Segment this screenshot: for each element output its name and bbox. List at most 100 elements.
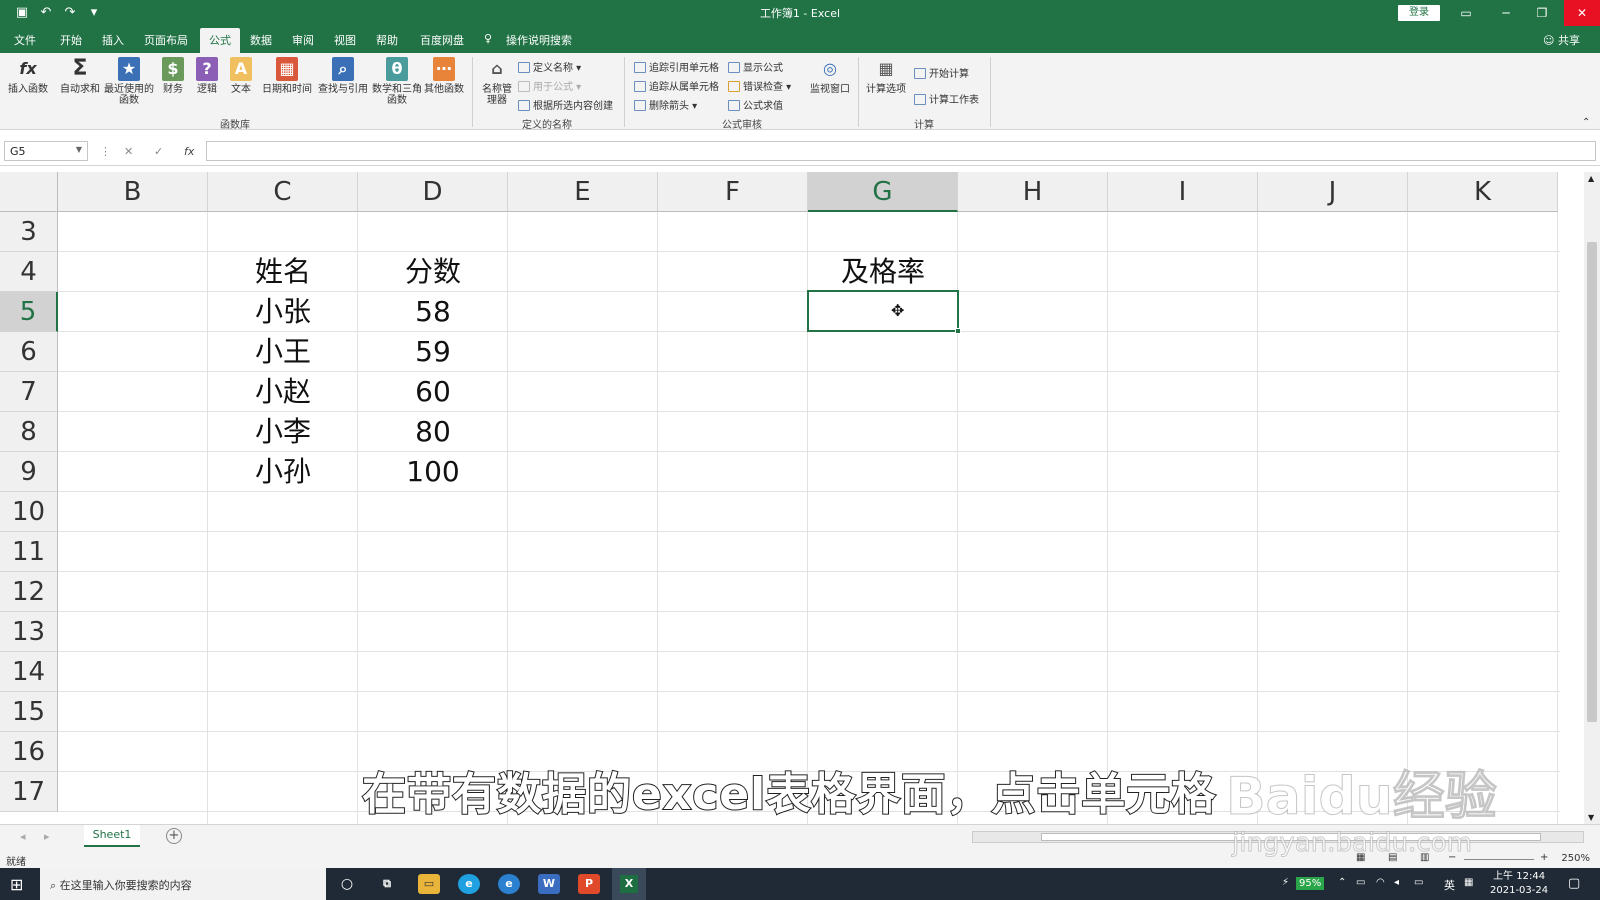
close-icon[interactable]: ✕ [1564, 0, 1600, 26]
calc-options-button[interactable]: ▦ 计算选项 [864, 57, 908, 95]
error-checking-button[interactable]: 错误检查 ▾ [728, 78, 791, 93]
use-in-formula-button[interactable]: 用于公式 ▾ [518, 78, 581, 93]
tab-data[interactable]: 数据 [250, 32, 272, 48]
cortana-icon[interactable]: ○ [336, 874, 358, 894]
tab-file[interactable]: 文件 [14, 32, 36, 48]
column-header-f[interactable]: F [658, 172, 808, 212]
tab-insert[interactable]: 插入 [102, 32, 124, 48]
row-header-3[interactable]: 3 [0, 212, 58, 252]
restore-icon[interactable]: ❐ [1524, 0, 1560, 26]
tray-chevron-icon[interactable]: ⌃ [1338, 877, 1346, 888]
math-button[interactable]: θ 数学和三角函数 [372, 57, 422, 106]
formula-input[interactable] [206, 141, 1596, 161]
column-header-d[interactable]: D [358, 172, 508, 212]
column-header-b[interactable]: B [58, 172, 208, 212]
lookup-button[interactable]: ⌕ 查找与引用 [316, 57, 370, 95]
column-header-c[interactable]: C [208, 172, 358, 212]
row-header-17[interactable]: 17 [0, 772, 58, 812]
fx-icon[interactable]: fx [184, 145, 194, 158]
column-header-e[interactable]: E [508, 172, 658, 212]
edge-icon[interactable]: e [498, 874, 520, 894]
text-button[interactable]: A 文本 [226, 57, 256, 95]
evaluate-formula-button[interactable]: 公式求值 [728, 97, 783, 112]
cell-d8[interactable]: 80 [358, 412, 508, 452]
tab-formulas[interactable]: 公式 [200, 28, 240, 54]
cell-d5[interactable]: 58 [358, 292, 508, 332]
cell-d7[interactable]: 60 [358, 372, 508, 412]
vertical-scroll-thumb[interactable] [1587, 242, 1597, 722]
prev-sheet-icon[interactable]: ◂ [20, 830, 26, 843]
enter-icon[interactable]: ✓ [154, 145, 163, 158]
tell-me-search[interactable]: 操作说明搜索 [506, 32, 572, 48]
battery-icon[interactable]: ▭ [1356, 877, 1365, 888]
calculate-now-button[interactable]: 开始计算 [914, 65, 969, 80]
cell-c7[interactable]: 小赵 [208, 372, 358, 412]
cell-d9[interactable]: 100 [358, 452, 508, 492]
zoom-in-icon[interactable]: + [1540, 852, 1548, 863]
task-view-icon[interactable]: ⧉ [376, 874, 398, 894]
tab-page-layout[interactable]: 页面布局 [144, 32, 188, 48]
next-sheet-icon[interactable]: ▸ [44, 830, 50, 843]
share-button[interactable]: ☺ 共享 [1543, 32, 1580, 48]
column-header-h[interactable]: H [958, 172, 1108, 212]
cell-c9[interactable]: 小孙 [208, 452, 358, 492]
selected-cell-g5[interactable] [807, 290, 961, 334]
insert-function-button[interactable]: fx 插入函数 [6, 57, 50, 95]
keyboard-icon[interactable]: ▭ [1414, 877, 1423, 888]
cell-c8[interactable]: 小李 [208, 412, 358, 452]
file-explorer-icon[interactable]: ▭ [418, 874, 440, 894]
define-name-button[interactable]: 定义名称 ▾ [518, 59, 581, 74]
minimize-icon[interactable]: ─ [1488, 0, 1524, 26]
battery-indicator[interactable]: 95% [1296, 877, 1325, 890]
row-header-11[interactable]: 11 [0, 532, 58, 572]
calculate-sheet-button[interactable]: 计算工作表 [914, 91, 979, 106]
add-sheet-icon[interactable]: + [166, 828, 182, 844]
tab-baidu-netdisk[interactable]: 百度网盘 [420, 32, 464, 48]
sheet-tab-sheet1[interactable]: Sheet1 [84, 825, 140, 847]
row-header-16[interactable]: 16 [0, 732, 58, 772]
datetime-button[interactable]: ▦ 日期和时间 [260, 57, 314, 95]
column-header-k[interactable]: K [1408, 172, 1558, 212]
collapse-ribbon-icon[interactable]: ⌃ [1582, 117, 1590, 128]
row-header-5[interactable]: 5 [0, 292, 58, 332]
vertical-scrollbar[interactable]: ▲ ▼ [1584, 172, 1600, 824]
show-formulas-button[interactable]: 显示公式 [728, 59, 783, 74]
more-functions-button[interactable]: ⋯ 其他函数 [422, 57, 466, 95]
browser-icon[interactable]: e [458, 874, 480, 894]
name-box[interactable]: G5 ▼ [4, 141, 88, 161]
wifi-icon[interactable]: ◠ [1376, 877, 1385, 888]
login-button[interactable]: 登录 [1398, 5, 1440, 21]
row-header-13[interactable]: 13 [0, 612, 58, 652]
row-header-14[interactable]: 14 [0, 652, 58, 692]
logical-button[interactable]: ? 逻辑 [192, 57, 222, 95]
windows-start-icon[interactable]: ⊞ [10, 875, 23, 894]
row-header-10[interactable]: 10 [0, 492, 58, 532]
ime-grid-icon[interactable]: ▦ [1464, 877, 1473, 888]
excel-taskbar-icon[interactable]: X [612, 868, 646, 900]
taskbar-search[interactable]: ⌕ 在这里输入你要搜索的内容 [40, 868, 326, 900]
row-header-8[interactable]: 8 [0, 412, 58, 452]
tab-review[interactable]: 审阅 [292, 32, 314, 48]
autosum-button[interactable]: Σ 自动求和 [58, 57, 102, 96]
fill-handle[interactable] [955, 328, 961, 334]
scroll-up-icon[interactable]: ▲ [1588, 174, 1594, 183]
worksheet-grid[interactable]: B C D E F G H I J K 3 4 5 6 7 8 9 10 11 … [0, 172, 1560, 824]
zoom-level[interactable]: 250% [1561, 853, 1590, 864]
cell-g4[interactable]: 及格率 [808, 252, 958, 292]
tab-help[interactable]: 帮助 [376, 32, 398, 48]
trace-dependents-button[interactable]: 追踪从属单元格 [634, 78, 719, 93]
column-header-i[interactable]: I [1108, 172, 1258, 212]
row-header-4[interactable]: 4 [0, 252, 58, 292]
financial-button[interactable]: $ 财务 [158, 57, 188, 95]
trace-precedents-button[interactable]: 追踪引用单元格 [634, 59, 719, 74]
row-header-6[interactable]: 6 [0, 332, 58, 372]
app-icon[interactable]: W [538, 874, 560, 894]
row-header-7[interactable]: 7 [0, 372, 58, 412]
column-header-g[interactable]: G [808, 172, 958, 212]
notification-icon[interactable]: ▢ [1568, 876, 1580, 891]
watch-window-button[interactable]: ◎ 监视窗口 [808, 57, 852, 95]
select-all-corner[interactable] [0, 172, 58, 212]
volume-icon[interactable]: ◂ [1394, 877, 1399, 888]
recent-functions-button[interactable]: ★ 最近使用的函数 [104, 57, 154, 106]
create-from-selection-button[interactable]: 根据所选内容创建 [518, 97, 613, 112]
